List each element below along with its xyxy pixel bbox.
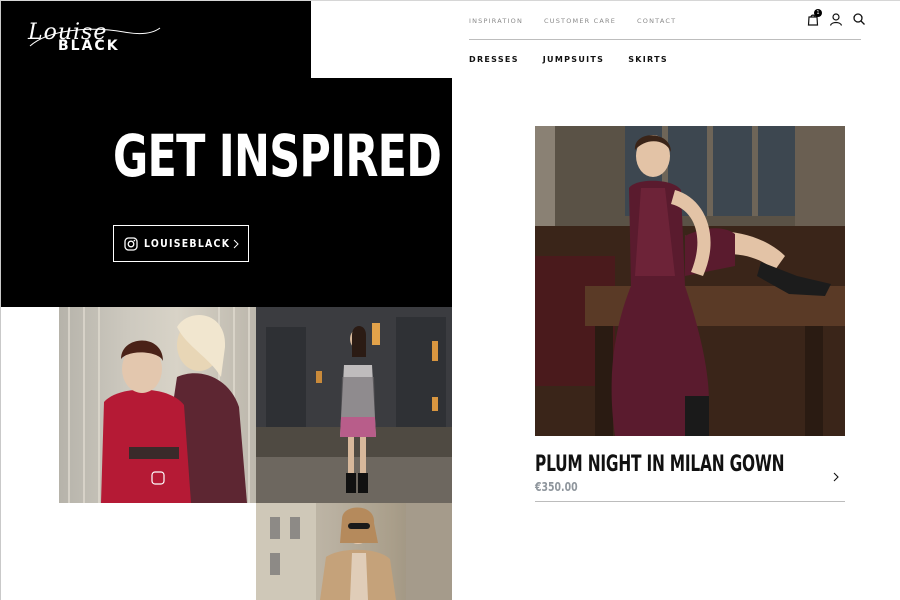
product-price: €350.00 bbox=[535, 480, 578, 494]
brand-logo[interactable]: Louise BLACK bbox=[28, 20, 163, 58]
instagram-button[interactable]: LOUISEBLACK bbox=[113, 225, 249, 262]
instagram-photo-two-models[interactable] bbox=[59, 307, 256, 503]
search-icon[interactable] bbox=[852, 12, 866, 26]
nav-link-customer-care[interactable]: CUSTOMER CARE bbox=[544, 17, 616, 25]
product-title[interactable]: PLUM NIGHT IN MILAN GOWN bbox=[535, 452, 785, 477]
bag-icon[interactable]: 1 bbox=[806, 9, 822, 26]
cart-count-badge: 1 bbox=[814, 9, 822, 17]
chevron-right-icon bbox=[233, 239, 239, 249]
chevron-right-icon[interactable] bbox=[832, 472, 840, 482]
category-link-jumpsuits[interactable]: JUMPSUITS bbox=[543, 55, 604, 64]
instagram-photo-night-dress[interactable] bbox=[256, 307, 452, 503]
nav-divider bbox=[469, 39, 861, 40]
category-link-dresses[interactable]: DRESSES bbox=[469, 55, 519, 64]
top-navigation: INSPIRATION CUSTOMER CARE CONTACT bbox=[469, 17, 676, 25]
header-icons: 1 bbox=[806, 9, 866, 26]
nav-link-contact[interactable]: CONTACT bbox=[637, 17, 676, 25]
instagram-icon bbox=[124, 236, 138, 251]
logo-bold-text: BLACK bbox=[58, 38, 120, 54]
category-navigation: DRESSES JUMPSUITS SKIRTS bbox=[469, 55, 668, 64]
user-icon[interactable] bbox=[829, 12, 843, 26]
nav-link-inspiration[interactable]: INSPIRATION bbox=[469, 17, 523, 25]
instagram-handle: LOUISEBLACK bbox=[144, 237, 231, 250]
product-image[interactable] bbox=[535, 126, 845, 436]
category-link-skirts[interactable]: SKIRTS bbox=[628, 55, 668, 64]
hero-title: GET INSPIRED bbox=[113, 122, 442, 190]
product-divider bbox=[535, 501, 845, 502]
instagram-photo-camel-coat[interactable] bbox=[256, 503, 452, 600]
